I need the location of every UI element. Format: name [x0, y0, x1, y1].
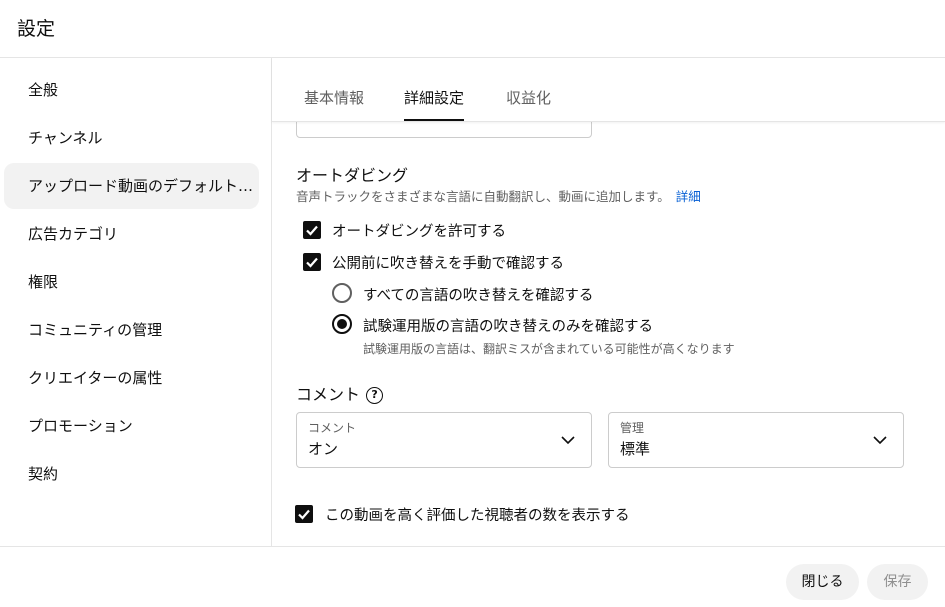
sidebar-item-upload-defaults[interactable]: アップロード動画のデフォルト設定	[4, 163, 259, 209]
chevron-down-icon	[561, 436, 575, 445]
language-field-partial[interactable]	[296, 122, 592, 138]
check-icon	[306, 225, 318, 236]
review-all-label[interactable]: すべての言語の吹き替えを確認する	[363, 284, 593, 305]
comments-title-text: コメント	[296, 385, 361, 404]
comments-title: コメント?	[296, 381, 384, 405]
dialog-title: 設定	[17, 18, 56, 40]
tab-monetization[interactable]: 収益化	[506, 87, 551, 121]
settings-sidebar: 全般 チャンネル アップロード動画のデフォルト設定 広告カテゴリ 権限 コミュニ…	[0, 58, 272, 546]
sidebar-item-channel[interactable]: チャンネル	[4, 115, 259, 161]
review-trial-label[interactable]: 試験運用版の言語の吹き替えのみを確認する	[363, 315, 653, 336]
show-likes-checkbox[interactable]	[295, 505, 313, 523]
comment-select-value: オン	[308, 440, 339, 458]
manual-review-label[interactable]: 公開前に吹き替えを手動で確認する	[332, 252, 564, 273]
moderation-select[interactable]: 管理 標準	[608, 412, 904, 468]
help-icon[interactable]: ?	[366, 387, 384, 404]
tab-advanced-settings[interactable]: 詳細設定	[404, 87, 465, 121]
sidebar-item-ad-categories[interactable]: 広告カテゴリ	[4, 211, 259, 257]
close-button[interactable]: 閉じる	[786, 564, 859, 600]
check-icon	[306, 257, 318, 268]
sidebar-item-permissions[interactable]: 権限	[4, 259, 259, 305]
allow-autodub-checkbox[interactable]	[303, 221, 321, 239]
review-trial-radio[interactable]	[332, 314, 352, 334]
sidebar-item-community[interactable]: コミュニティの管理	[4, 307, 259, 353]
moderation-select-value: 標準	[620, 440, 651, 458]
tab-basic-info[interactable]: 基本情報	[304, 87, 364, 121]
sidebar-item-agreements[interactable]: 契約	[4, 451, 259, 497]
comment-select-label: コメント	[308, 421, 357, 435]
dialog-header: 設定	[0, 0, 945, 58]
comment-select[interactable]: コメント オン	[296, 412, 592, 468]
show-likes-label[interactable]: この動画を高く評価した視聴者の数を表示する	[325, 504, 630, 525]
chevron-down-icon	[873, 436, 887, 445]
sidebar-item-general[interactable]: 全般	[4, 67, 259, 113]
settings-content: オートダビング 音声トラックをさまざまな言語に自動翻訳し、動画に追加します。 詳細…	[272, 122, 945, 546]
review-all-radio[interactable]	[332, 283, 352, 303]
dialog-footer: 閉じる 保存	[0, 546, 945, 607]
check-icon	[298, 509, 310, 520]
trial-hint: 試験運用版の言語は、翻訳ミスが含まれている可能性が高くなります	[363, 342, 735, 356]
autodub-description: 音声トラックをさまざまな言語に自動翻訳し、動画に追加します。 詳細	[296, 186, 701, 205]
save-button[interactable]: 保存	[867, 564, 928, 600]
autodub-learn-more-link[interactable]: 詳細	[676, 189, 701, 204]
sidebar-item-creator-attribution[interactable]: クリエイターの属性	[4, 355, 259, 401]
moderation-select-label: 管理	[620, 421, 645, 435]
allow-autodub-label[interactable]: オートダビングを許可する	[332, 220, 506, 241]
autodub-description-text: 音声トラックをさまざまな言語に自動翻訳し、動画に追加します。	[296, 189, 670, 204]
tab-bar: 基本情報 詳細設定 収益化	[272, 58, 945, 122]
autodub-title: オートダビング	[296, 166, 409, 185]
manual-review-checkbox[interactable]	[303, 253, 321, 271]
sidebar-item-promotion[interactable]: プロモーション	[4, 403, 259, 449]
